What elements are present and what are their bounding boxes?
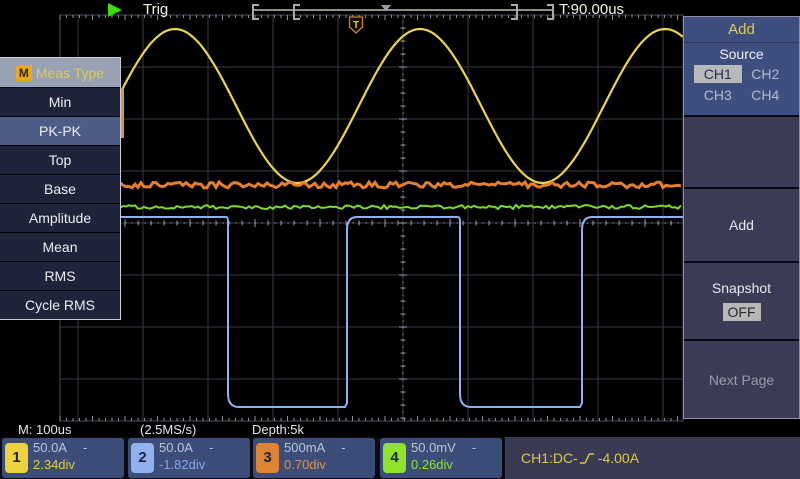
rising-edge-icon	[579, 452, 597, 465]
snapshot-label: Snapshot	[684, 280, 799, 296]
meas-type-menu: M Meas Type Min PK-PK Top Base Amplitude…	[0, 57, 121, 320]
source-ch2-option[interactable]: CH2	[742, 65, 790, 83]
menu-item-pkpk[interactable]: PK-PK	[0, 116, 120, 145]
next-page-button[interactable]: Next Page	[684, 339, 799, 419]
ch4-position: 0.26div	[411, 457, 476, 472]
source-ch3-option[interactable]: CH3	[694, 86, 742, 104]
meas-icon: M	[16, 65, 32, 81]
ch4-dash: -	[472, 440, 476, 455]
depth-readout: Depth:5k	[252, 422, 304, 437]
trigger-marker-label: T	[353, 20, 359, 31]
menu-item-rms[interactable]: RMS	[0, 261, 120, 290]
menu-item-base[interactable]: Base	[0, 174, 120, 203]
record-right-bracket-icon	[547, 4, 554, 20]
channel-readout-bar: 1 50.0A - 2.34div 2 50.0A - -1.82div 3 500…	[0, 437, 800, 479]
ch1-position: 2.34div	[33, 457, 87, 472]
source-section: Add Source CH1 CH2 CH3 CH4	[684, 17, 799, 117]
trigger-time-readout: T:90.00us	[559, 1, 624, 18]
menu-item-mean[interactable]: Mean	[0, 232, 120, 261]
waveform-ch4-trace	[60, 205, 681, 209]
ch4-scale: 50.0mV	[411, 440, 456, 455]
snapshot-value-badge[interactable]: OFF	[723, 303, 761, 321]
ch3-dash: -	[341, 440, 345, 455]
ch3-badge: 3	[256, 443, 279, 473]
ch2-scale: 50.0A	[159, 440, 193, 455]
waveform-ch3-trace	[60, 182, 681, 188]
ch4-badge: 4	[383, 443, 406, 473]
menu-item-cycle-rms[interactable]: Cycle RMS	[0, 290, 120, 319]
ch2-readout-box[interactable]: 2 50.0A - -1.82div	[128, 438, 250, 478]
trigger-level-value: -4.00A	[598, 450, 639, 466]
ch1-badge: 1	[5, 443, 28, 473]
window-right-bracket-icon	[511, 4, 518, 20]
ch3-position: 0.70div	[284, 457, 346, 472]
add-button[interactable]: Add	[684, 187, 799, 261]
menu-item-min[interactable]: Min	[0, 88, 120, 116]
acquisition-status-line: M: 100us (2.5MS/s) Depth:5k	[0, 421, 800, 436]
trigger-settings-readout: CH1:DC- -4.00A	[505, 437, 800, 479]
source-ch1-option[interactable]: CH1	[694, 65, 742, 83]
meas-menu-title: Meas Type	[36, 65, 104, 81]
oscilloscope-screen: T Trig T:90.00us M Meas Type Min PK-PK T…	[0, 0, 800, 479]
waveform-ch1-sine	[118, 29, 682, 183]
ch2-dash: -	[209, 440, 213, 455]
softkey-panel: Add Source CH1 CH2 CH3 CH4 Add Snapshot …	[683, 16, 800, 419]
trigger-source-coupling: CH1:DC-	[521, 450, 578, 466]
source-label: Source	[684, 43, 799, 63]
ch1-scale: 50.0A	[33, 440, 67, 455]
ch3-readout-box[interactable]: 3 500mA - 0.70div	[253, 438, 375, 478]
menu-item-top[interactable]: Top	[0, 145, 120, 174]
panel-title: Add	[684, 17, 799, 43]
sample-rate-readout: (2.5MS/s)	[140, 422, 196, 437]
source-ch4-option[interactable]: CH4	[742, 86, 790, 104]
trigger-position-icon	[381, 5, 391, 11]
ch4-readout-box[interactable]: 4 50.0mV - 0.26div	[380, 438, 502, 478]
ch1-readout-box[interactable]: 1 50.0A - 2.34div	[2, 438, 124, 478]
ch1-dash: -	[83, 440, 87, 455]
record-left-bracket-icon	[252, 4, 259, 20]
timebase-readout: M: 100us	[18, 422, 71, 437]
snapshot-section[interactable]: Snapshot OFF	[684, 261, 799, 339]
ch2-badge: 2	[131, 443, 154, 473]
window-left-bracket-icon	[293, 4, 300, 20]
menu-item-amplitude[interactable]: Amplitude	[0, 203, 120, 232]
panel-spacer	[684, 117, 799, 187]
ch3-scale: 500mA	[284, 440, 325, 455]
trig-status-label: Trig	[143, 1, 168, 18]
ch2-position: -1.82div	[159, 457, 213, 472]
run-state-play-icon	[108, 3, 122, 17]
meas-menu-header: M Meas Type	[0, 58, 120, 88]
